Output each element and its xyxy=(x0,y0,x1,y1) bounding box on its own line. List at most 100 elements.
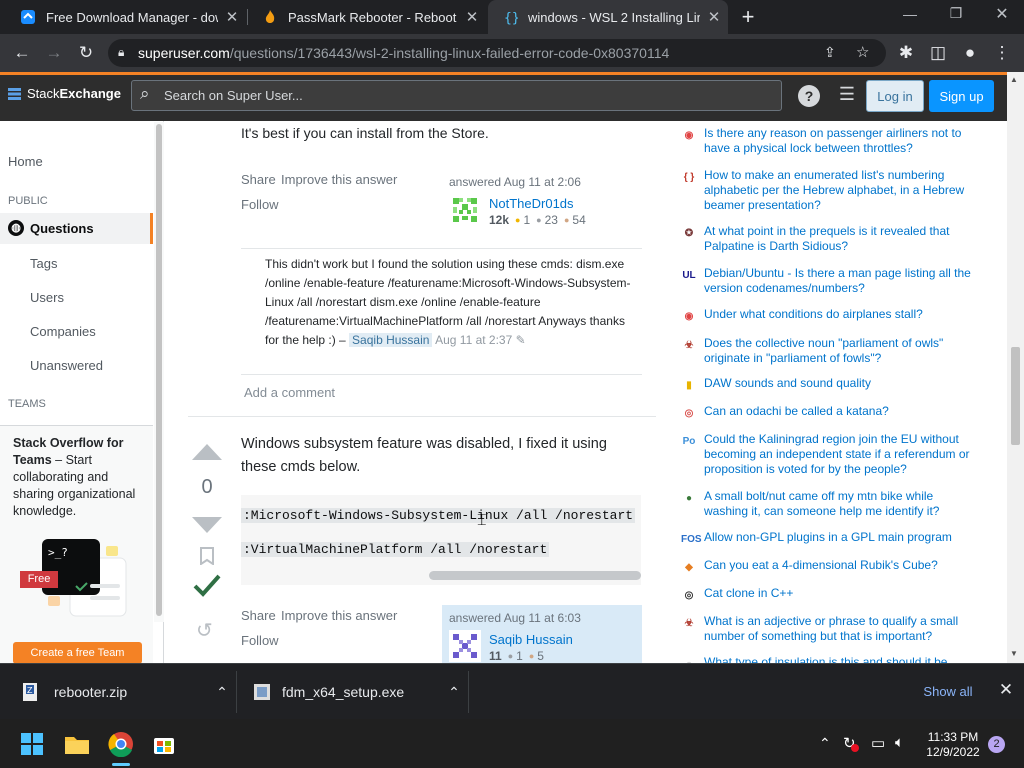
speaker-volume-icon[interactable]: 🔈︎ xyxy=(895,734,904,751)
comment-date[interactable]: Aug 11 at 2:37 xyxy=(435,333,512,347)
hot-question-link[interactable]: Can an odachi be called a katana? xyxy=(704,404,979,419)
reload-icon[interactable]: ↻ xyxy=(70,34,102,72)
profile-avatar-icon[interactable]: ● xyxy=(954,34,986,72)
site-switcher-icon[interactable]: ☰ xyxy=(836,84,858,106)
bookmark-icon[interactable] xyxy=(199,547,215,566)
nav-home[interactable]: Home xyxy=(8,154,43,169)
nav-tags[interactable]: Tags xyxy=(30,256,57,271)
signup-button[interactable]: Sign up xyxy=(929,80,994,112)
answer-follow-link[interactable]: Follow xyxy=(241,197,279,212)
share-page-icon[interactable]: ⇪ xyxy=(824,44,836,61)
side-panel-icon[interactable]: ◫ xyxy=(922,34,954,72)
answer-share-link[interactable]: Share xyxy=(241,608,276,623)
answer-improve-link[interactable]: Improve this answer xyxy=(281,608,397,623)
help-icon[interactable]: ? xyxy=(798,85,820,107)
vote-count: 0 xyxy=(201,476,213,498)
windows-start-icon[interactable] xyxy=(20,732,44,756)
network-monitor-icon[interactable]: ▭ xyxy=(871,734,885,752)
mouse-cursor-icon: ⌶ xyxy=(477,512,487,529)
hot-question-link[interactable]: Allow non-GPL plugins in a GPL main prog… xyxy=(704,530,979,545)
hot-question-site-icon: ✪ xyxy=(684,228,694,239)
stackexchange-logo[interactable]: Stack Exchange xyxy=(8,86,121,101)
tab-close-icon[interactable]: ✕ xyxy=(700,8,728,26)
hot-question-link[interactable]: Could the Kaliningrad region join the EU… xyxy=(704,432,979,477)
user-avatar[interactable] xyxy=(449,194,481,226)
address-bar[interactable]: 🔒︎ superuser.com/questions/1736443/wsl-2… xyxy=(108,39,886,67)
user-avatar[interactable] xyxy=(449,630,481,662)
close-window-icon[interactable]: ✕ xyxy=(988,4,1016,24)
hot-question-link[interactable]: Does the collective noun "parliament of … xyxy=(704,336,979,366)
upvote-button[interactable] xyxy=(191,442,223,462)
forward-arrow-icon[interactable]: → xyxy=(38,34,70,72)
answer-improve-link[interactable]: Improve this answer xyxy=(281,172,397,187)
answer-user-name[interactable]: NotTheDr01ds xyxy=(489,196,574,211)
downvote-button[interactable] xyxy=(191,515,223,535)
flame-favicon-icon xyxy=(262,9,278,25)
bookmark-star-icon[interactable]: ☆ xyxy=(856,43,869,61)
microsoft-store-icon[interactable] xyxy=(152,732,176,756)
create-free-team-button[interactable]: Create a free Team xyxy=(13,642,142,664)
scroll-up-arrow-icon[interactable]: ▲ xyxy=(1010,75,1018,84)
lock-icon: 🔒︎ xyxy=(118,45,125,59)
hot-question-link[interactable]: A small bolt/nut came off my mtn bike wh… xyxy=(704,489,979,519)
scrollbar-thumb[interactable] xyxy=(156,124,162,616)
search-icon: ⌕ xyxy=(140,84,150,103)
extensions-puzzle-icon[interactable]: ✱ xyxy=(890,34,922,72)
silver-badge-icon: ● xyxy=(536,215,542,225)
show-hidden-icons-chevron-icon[interactable]: ⌃ xyxy=(819,735,831,752)
add-comment-link[interactable]: Add a comment xyxy=(244,385,335,400)
code-horizontal-scrollbar[interactable] xyxy=(429,571,641,580)
answer-follow-link[interactable]: Follow xyxy=(241,633,279,648)
close-downloads-bar-icon[interactable]: ✕ xyxy=(994,680,1018,704)
scroll-down-arrow-icon[interactable]: ▼ xyxy=(1010,649,1018,658)
answer-timestamp[interactable]: answered Aug 11 at 6:03 xyxy=(449,611,581,625)
nav-users[interactable]: Users xyxy=(30,290,64,305)
hot-question-link[interactable]: Cat clone in C++ xyxy=(704,586,979,601)
browser-menu-icon[interactable]: ⋮ xyxy=(986,34,1018,72)
site-search-input[interactable]: ⌕ Search on Super User... xyxy=(131,80,782,111)
new-tab-button[interactable]: + xyxy=(736,5,760,29)
nav-companies[interactable]: Companies xyxy=(30,324,96,339)
nav-questions[interactable]: ◍ Questions xyxy=(0,213,153,244)
download-item-rebooter[interactable]: Z rebooter.zip ⌃ xyxy=(14,675,236,709)
hot-question-link[interactable]: Is there any reason on passenger airline… xyxy=(704,126,979,156)
hot-question-link[interactable]: At what point in the prequels is it reve… xyxy=(704,224,979,254)
tab-free-download-manager[interactable]: Free Download Manager - downl ✕ xyxy=(6,0,246,34)
hot-question-link[interactable]: DAW sounds and sound quality xyxy=(704,376,979,391)
chrome-taskbar-icon[interactable] xyxy=(108,731,134,758)
login-button[interactable]: Log in xyxy=(866,80,924,112)
back-arrow-icon[interactable]: ← xyxy=(6,34,38,72)
hot-question-link[interactable]: Debian/Ubuntu - Is there a man page list… xyxy=(704,266,979,296)
hot-question-link[interactable]: What type of insulation is this and shou… xyxy=(704,655,979,663)
hot-question-link[interactable]: How to make an enumerated list's numberi… xyxy=(704,168,979,213)
answer-timestamp[interactable]: answered Aug 11 at 2:06 xyxy=(449,175,581,189)
restore-window-icon[interactable]: ❐ xyxy=(942,5,970,25)
system-clock[interactable]: 11:33 PM 12/9/2022 xyxy=(918,730,988,760)
hot-question-link[interactable]: Can you eat a 4-dimensional Rubik's Cube… xyxy=(704,558,979,573)
gold-badge-count: 1 xyxy=(523,213,531,227)
nav-unanswered[interactable]: Unanswered xyxy=(30,358,103,373)
hot-question-link[interactable]: What is an adjective or phrase to qualif… xyxy=(704,614,979,644)
left-sidebar-scrollbar[interactable] xyxy=(154,122,164,622)
comment-user[interactable]: Saqib Hussain xyxy=(349,333,433,347)
file-explorer-icon[interactable] xyxy=(64,733,90,755)
page-scrollbar-thumb[interactable] xyxy=(1011,347,1020,445)
page-scrollbar[interactable]: ▲ ▼ xyxy=(1007,72,1024,663)
teams-promo-text: Stack Overflow for Teams – Start collabo… xyxy=(13,435,148,520)
tab-close-icon[interactable]: ✕ xyxy=(218,8,246,26)
answer-user-name[interactable]: Saqib Hussain xyxy=(489,632,573,647)
tab-wsl-question[interactable]: {} windows - WSL 2 Installing Linux ✕ xyxy=(488,0,728,34)
notification-count-badge[interactable]: 2 xyxy=(988,736,1005,753)
bronze-badge-count: 5 xyxy=(537,649,544,663)
tab-close-icon[interactable]: ✕ xyxy=(458,8,486,26)
answer-share-link[interactable]: Share xyxy=(241,172,276,187)
chevron-up-icon[interactable]: ⌃ xyxy=(440,684,468,701)
minimize-window-icon[interactable]: — xyxy=(896,6,924,26)
chevron-up-icon[interactable]: ⌃ xyxy=(208,684,236,701)
history-icon[interactable]: ↺ xyxy=(196,618,218,642)
download-file-name: fdm_x64_setup.exe xyxy=(282,684,405,700)
download-item-fdm-setup[interactable]: fdm_x64_setup.exe ⌃ xyxy=(246,675,468,709)
tab-passmark-rebooter[interactable]: PassMark Rebooter - Reboot and ✕ xyxy=(248,0,486,34)
downloads-show-all-button[interactable]: Show all xyxy=(912,682,984,702)
hot-question-link[interactable]: Under what conditions do airplanes stall… xyxy=(704,307,979,322)
